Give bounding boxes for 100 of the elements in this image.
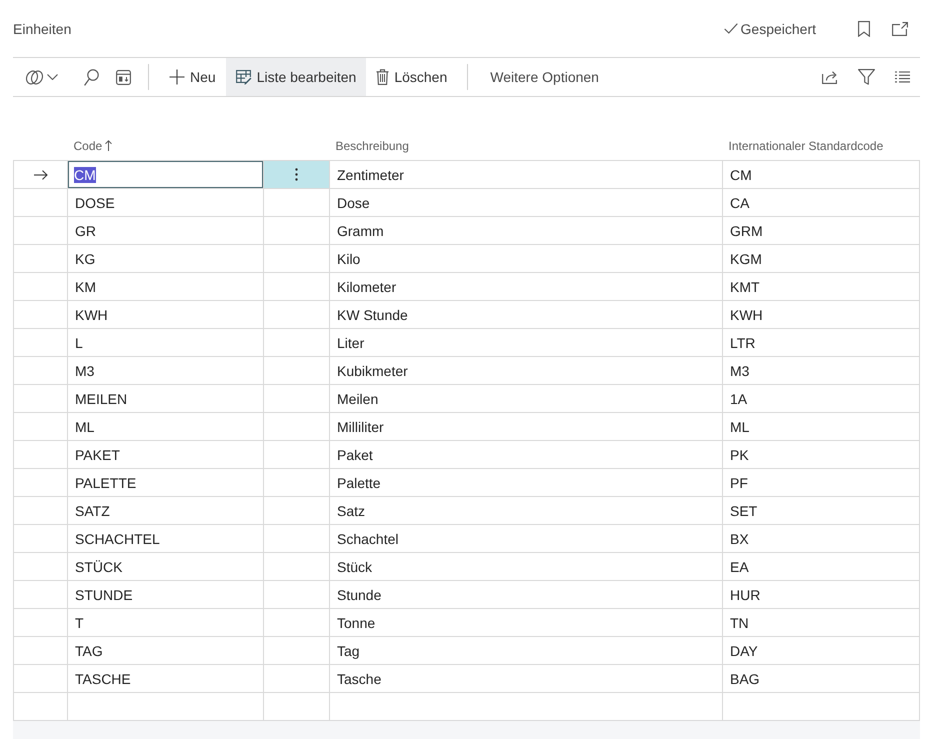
table-row[interactable]: CM Zentimeter CM bbox=[14, 160, 920, 188]
table-cell: DOSE bbox=[68, 188, 264, 216]
table-row[interactable]: STUNDE Stunde HUR bbox=[14, 580, 920, 608]
table-cell: Kubikmeter bbox=[330, 356, 722, 384]
table-cell: PF bbox=[722, 468, 920, 496]
table-cell: CA bbox=[722, 188, 920, 216]
table-cell: EA bbox=[722, 552, 920, 580]
chevron-down-icon bbox=[47, 74, 58, 80]
table-cell: T bbox=[68, 608, 264, 636]
table-cell: Kilo bbox=[330, 244, 722, 272]
table-cell: SET bbox=[722, 496, 920, 524]
column-header[interactable]: Code bbox=[68, 122, 264, 160]
table-cell: M3 bbox=[68, 356, 264, 384]
table-cell: 1A bbox=[722, 384, 920, 412]
trash-icon bbox=[376, 69, 390, 85]
table-cell: BX bbox=[722, 524, 920, 552]
window-layout-icon bbox=[116, 70, 130, 84]
table-cell: Tasche bbox=[330, 664, 722, 692]
table-row[interactable]: TASCHE Tasche BAG bbox=[14, 664, 920, 692]
table-cell: Kilometer bbox=[330, 272, 722, 300]
plus-icon bbox=[169, 69, 185, 85]
table-cell: Meilen bbox=[330, 384, 722, 412]
table-cell: Tag bbox=[330, 636, 722, 664]
filter-icon bbox=[858, 69, 874, 85]
table-cell: Paket bbox=[330, 440, 722, 468]
table-cell: Tonne bbox=[330, 608, 722, 636]
table-row[interactable]: SCHACHTEL Schachtel BX bbox=[14, 524, 920, 552]
table-row[interactable]: STÜCK Stück EA bbox=[14, 552, 920, 580]
table-cell: KM bbox=[68, 272, 264, 300]
table-cell: PK bbox=[722, 440, 920, 468]
table-row[interactable]: DOSE Dose CA bbox=[14, 188, 920, 216]
arrow-right-icon bbox=[34, 170, 48, 180]
table-cell: KWH bbox=[722, 300, 920, 328]
table-cell: KMT bbox=[722, 272, 920, 300]
table-row[interactable]: MEILEN Meilen 1A bbox=[14, 384, 920, 412]
table-cell: GR bbox=[68, 216, 264, 244]
overlapping-circles-icon bbox=[26, 70, 43, 84]
edit-list-button[interactable]: Liste bearbeiten bbox=[226, 58, 366, 96]
table-cell: Milliliter bbox=[330, 412, 722, 440]
table-cell: PALETTE bbox=[68, 468, 264, 496]
table-cell: TAG bbox=[68, 636, 264, 664]
table-cell: PAKET bbox=[68, 440, 264, 468]
table-cell: SCHACHTEL bbox=[68, 524, 264, 552]
table-cell: HUR bbox=[722, 580, 920, 608]
table-cell: KWH bbox=[68, 300, 264, 328]
table-row[interactable]: GR Gramm GRM bbox=[14, 216, 920, 244]
column-header[interactable]: Beschreibung bbox=[330, 122, 722, 160]
table-row[interactable]: PALETTE Palette PF bbox=[14, 468, 920, 496]
table-cell: ML bbox=[722, 412, 920, 440]
table-cell: BAG bbox=[722, 664, 920, 692]
table-row[interactable]: KM Kilometer KMT bbox=[14, 272, 920, 300]
list-icon bbox=[894, 71, 910, 83]
table-cell: Liter bbox=[330, 328, 722, 356]
table-cell: TN bbox=[722, 608, 920, 636]
table-cell: MEILEN bbox=[68, 384, 264, 412]
table-cell: Schachtel bbox=[330, 524, 722, 552]
share-icon bbox=[822, 70, 838, 84]
table-row[interactable]: T Tonne TN bbox=[14, 608, 920, 636]
table-cell: Palette bbox=[330, 468, 722, 496]
table-row[interactable]: ML Milliliter ML bbox=[14, 412, 920, 440]
table-cell: ML bbox=[68, 412, 264, 440]
table-cell: STUNDE bbox=[68, 580, 264, 608]
bookmark-icon[interactable] bbox=[858, 20, 870, 36]
table-row[interactable]: SATZ Satz SET bbox=[14, 496, 920, 524]
table-edit-icon bbox=[236, 70, 252, 84]
table-cell: KW Stunde bbox=[330, 300, 722, 328]
table-cell: Satz bbox=[330, 496, 722, 524]
save-status: Gespeichert bbox=[740, 20, 816, 36]
check-icon bbox=[724, 23, 738, 34]
table-row[interactable]: M3 Kubikmeter M3 bbox=[14, 356, 920, 384]
more-options-button[interactable]: Weitere Optionen bbox=[480, 58, 609, 96]
table-cell: KG bbox=[68, 244, 264, 272]
table-cell: Stück bbox=[330, 552, 722, 580]
table-cell: Stunde bbox=[330, 580, 722, 608]
vertical-ellipsis-icon bbox=[295, 168, 298, 181]
table-cell: SATZ bbox=[68, 496, 264, 524]
page-title: Einheiten bbox=[13, 20, 72, 36]
table-cell: M3 bbox=[722, 356, 920, 384]
pop-out-icon[interactable] bbox=[892, 22, 908, 36]
table-cell: CM bbox=[722, 160, 920, 188]
table-row[interactable]: KG Kilo KGM bbox=[14, 244, 920, 272]
table-row[interactable]: KWH KW Stunde KWH bbox=[14, 300, 920, 328]
table-cell: Gramm bbox=[330, 216, 722, 244]
table-row[interactable]: L Liter LTR bbox=[14, 328, 920, 356]
table-cell: STÜCK bbox=[68, 552, 264, 580]
table-cell: L bbox=[68, 328, 264, 356]
table-cell: Dose bbox=[330, 188, 722, 216]
code-input-field[interactable]: CM bbox=[68, 161, 263, 188]
search-icon bbox=[84, 68, 98, 86]
table-cell: DAY bbox=[722, 636, 920, 664]
table-cell: GRM bbox=[722, 216, 920, 244]
new-button[interactable]: Neu bbox=[159, 58, 226, 96]
table-row[interactable]: TAG Tag DAY bbox=[14, 636, 920, 664]
column-header[interactable]: Internationaler Standardcode bbox=[722, 122, 920, 160]
table-row[interactable]: PAKET Paket PK bbox=[14, 440, 920, 468]
table-cell: LTR bbox=[722, 328, 920, 356]
table-cell: TASCHE bbox=[68, 664, 264, 692]
table-cell: KGM bbox=[722, 244, 920, 272]
delete-button[interactable]: Löschen bbox=[366, 58, 458, 96]
table-cell: Zentimeter bbox=[330, 160, 722, 188]
